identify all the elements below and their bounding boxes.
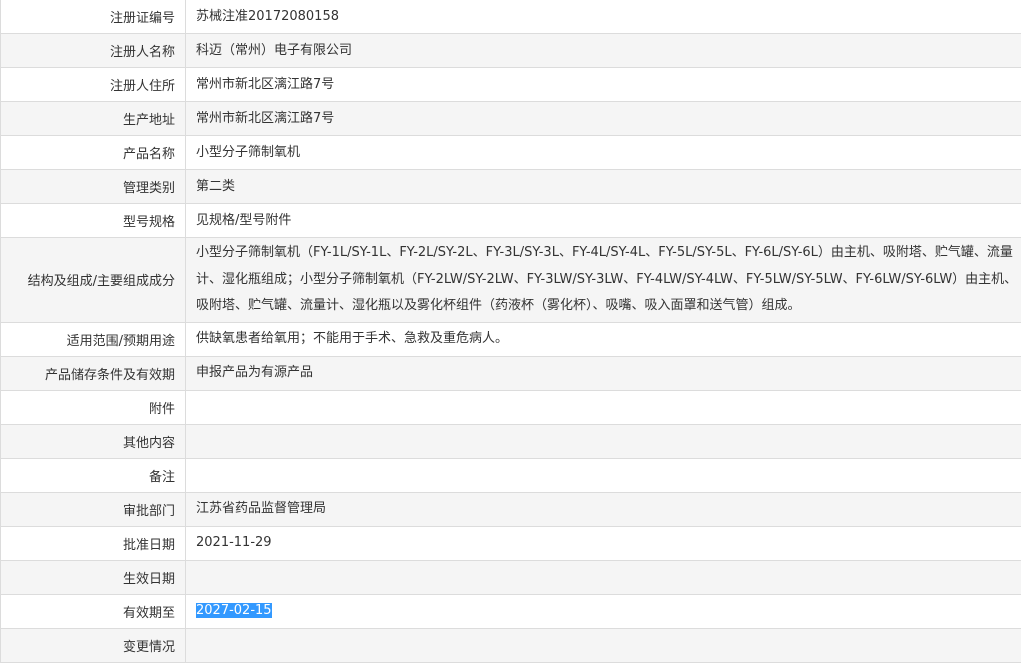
table-row: 产品名称 小型分子筛制氧机 [0,135,1021,170]
field-value: 小型分子筛制氧机 [185,135,1021,170]
table-row: 变更情况 [0,627,1021,663]
table-row: 批准日期 2021-11-29 [0,525,1021,561]
field-label: 备注 [0,457,186,493]
table-row: 其他内容 [0,423,1021,459]
table-row: 注册人住所 常州市新北区漓江路7号 [0,67,1021,102]
field-label: 其他内容 [0,423,186,459]
field-label: 注册证编号 [0,0,186,34]
field-value: 第二类 [185,169,1021,204]
table-row: 注册人名称 科迈（常州）电子有限公司 [0,33,1021,68]
field-value: 科迈（常州）电子有限公司 [185,33,1021,68]
field-label: 附件 [0,389,186,425]
field-label: 批准日期 [0,525,186,561]
field-value: 江苏省药品监督管理局 [185,491,1021,527]
table-row: 产品储存条件及有效期 申报产品为有源产品 [0,355,1021,391]
field-value: 常州市新北区漓江路7号 [185,101,1021,136]
field-value [185,559,1021,595]
table-row: 管理类别 第二类 [0,169,1021,204]
field-value: 供缺氧患者给氧用；不能用于手术、急救及重危病人。 [185,321,1021,357]
field-value: 常州市新北区漓江路7号 [185,67,1021,102]
field-label: 生效日期 [0,559,186,595]
field-label: 生产地址 [0,101,186,136]
field-value: 见规格/型号附件 [185,203,1021,238]
field-label: 产品名称 [0,135,186,170]
field-label: 审批部门 [0,491,186,527]
field-value: 苏械注准20172080158 [185,0,1021,34]
field-value [185,423,1021,459]
table-row: 适用范围/预期用途 供缺氧患者给氧用；不能用于手术、急救及重危病人。 [0,321,1021,357]
field-label: 适用范围/预期用途 [0,321,186,357]
field-value: 2021-11-29 [185,525,1021,561]
field-label: 型号规格 [0,203,186,238]
field-value [185,389,1021,425]
field-value [185,627,1021,663]
table-row: 附件 [0,389,1021,425]
selected-text[interactable]: 2027-02-15 [196,603,272,618]
field-value[interactable]: 2027-02-15 [185,593,1021,629]
table-row: 有效期至 2027-02-15 [0,593,1021,629]
table-row: 生产地址 常州市新北区漓江路7号 [0,101,1021,136]
table-row: 审批部门 江苏省药品监督管理局 [0,491,1021,527]
table-row: 生效日期 [0,559,1021,595]
field-label: 结构及组成/主要组成成分 [0,237,186,323]
field-value [185,457,1021,493]
field-value: 申报产品为有源产品 [185,355,1021,391]
field-label: 有效期至 [0,593,186,629]
registration-detail-table: 注册证编号 苏械注准20172080158 注册人名称 科迈（常州）电子有限公司… [0,0,1021,663]
table-row: 型号规格 见规格/型号附件 [0,203,1021,238]
table-row: 备注 [0,457,1021,493]
field-value: 小型分子筛制氧机（FY-1L/SY-1L、FY-2L/SY-2L、FY-3L/S… [185,237,1021,323]
table-row: 注册证编号 苏械注准20172080158 [0,0,1021,34]
table-row: 结构及组成/主要组成成分 小型分子筛制氧机（FY-1L/SY-1L、FY-2L/… [0,237,1021,323]
field-label: 注册人住所 [0,67,186,102]
field-label: 注册人名称 [0,33,186,68]
field-label: 管理类别 [0,169,186,204]
field-label: 产品储存条件及有效期 [0,355,186,391]
field-label: 变更情况 [0,627,186,663]
